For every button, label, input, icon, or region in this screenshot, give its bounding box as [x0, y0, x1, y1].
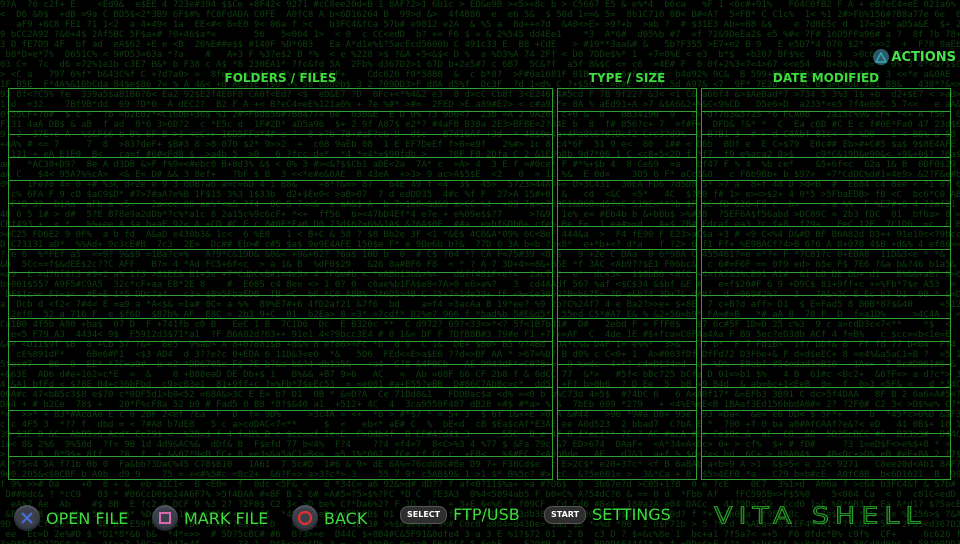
file-row-slot[interactable]	[558, 227, 696, 250]
file-row-slot[interactable]	[558, 434, 696, 457]
back-label: BACK	[324, 508, 368, 528]
file-row-slot[interactable]	[9, 181, 552, 204]
file-row-slot[interactable]	[558, 181, 696, 204]
file-row-slot[interactable]	[558, 365, 696, 388]
file-row-slot[interactable]	[9, 411, 552, 434]
actions-label: ACTIONS	[891, 49, 956, 65]
file-row-slot[interactable]	[9, 457, 552, 480]
file-row-slot[interactable]	[702, 227, 950, 250]
file-row-slot[interactable]	[702, 250, 950, 273]
file-row-slot[interactable]	[702, 434, 950, 457]
square-icon	[152, 505, 178, 531]
select-key-icon: SELECT	[400, 505, 448, 524]
file-row-slot[interactable]	[9, 365, 552, 388]
file-row-slot[interactable]	[9, 135, 552, 158]
settings-label: SETTINGS	[592, 505, 671, 524]
back-button[interactable]: BACK	[292, 505, 367, 531]
file-row-slot[interactable]	[558, 273, 696, 296]
start-key-icon: START	[544, 505, 587, 524]
file-row-slot[interactable]	[9, 89, 552, 112]
file-row-slot[interactable]	[702, 319, 950, 342]
file-type-column[interactable]	[557, 88, 697, 480]
ftp-usb-label: FTP/USB	[453, 505, 520, 524]
file-row-slot[interactable]	[9, 204, 552, 227]
file-date-column[interactable]	[701, 88, 951, 480]
file-row-slot[interactable]	[558, 342, 696, 365]
circle-icon	[292, 505, 318, 531]
file-row-slot[interactable]	[9, 112, 552, 135]
actions-button[interactable]: ACTIONS	[873, 49, 956, 65]
file-row-slot[interactable]	[9, 273, 552, 296]
file-row-slot[interactable]	[9, 250, 552, 273]
open-file-label: OPEN FILE	[46, 508, 129, 528]
file-row-slot[interactable]	[558, 204, 696, 227]
file-row-slot[interactable]	[702, 365, 950, 388]
file-row-slot[interactable]	[558, 296, 696, 319]
file-row-slot[interactable]	[558, 457, 696, 480]
file-row-slot[interactable]	[702, 181, 950, 204]
file-row-slot[interactable]	[558, 112, 696, 135]
file-row-slot[interactable]	[558, 135, 696, 158]
file-row-slot[interactable]	[702, 457, 950, 480]
date-modified-header: DATE MODIFIED	[772, 71, 880, 85]
open-file-button[interactable]: OPEN FILE	[14, 505, 128, 531]
file-row-slot[interactable]	[9, 342, 552, 365]
file-row-slot[interactable]	[558, 250, 696, 273]
cross-icon	[14, 505, 40, 531]
type-size-header: TYPE / SIZE	[588, 71, 666, 85]
file-row-slot[interactable]	[702, 296, 950, 319]
file-row-slot[interactable]	[702, 135, 950, 158]
file-row-slot[interactable]	[702, 204, 950, 227]
file-row-slot[interactable]	[702, 342, 950, 365]
file-row-slot[interactable]	[9, 296, 552, 319]
file-row-slot[interactable]	[9, 158, 552, 181]
file-row-slot[interactable]	[558, 411, 696, 434]
file-row-slot[interactable]	[558, 89, 696, 112]
file-row-slot[interactable]	[9, 388, 552, 411]
file-row-slot[interactable]	[702, 388, 950, 411]
file-row-slot[interactable]	[558, 158, 696, 181]
file-row-slot[interactable]	[558, 319, 696, 342]
file-name-column[interactable]	[8, 88, 553, 480]
vitashell-logo: VITA SHELL	[713, 503, 927, 530]
file-row-slot[interactable]	[702, 158, 950, 181]
file-row-slot[interactable]	[702, 273, 950, 296]
folders-files-header: FOLDERS / FILES	[224, 71, 337, 85]
file-row-slot[interactable]	[702, 112, 950, 135]
file-row-slot[interactable]	[9, 227, 552, 250]
ftp-usb-button[interactable]: SELECT FTP/USB	[400, 505, 520, 524]
mark-file-label: MARK FILE	[184, 508, 269, 528]
mark-file-button[interactable]: MARK FILE	[152, 505, 268, 531]
file-row-slot[interactable]	[702, 411, 950, 434]
file-row-slot[interactable]	[558, 388, 696, 411]
file-row-slot[interactable]	[702, 89, 950, 112]
file-row-slot[interactable]	[9, 319, 552, 342]
settings-button[interactable]: START SETTINGS	[544, 505, 671, 524]
file-row-slot[interactable]	[9, 434, 552, 457]
triangle-icon	[873, 49, 890, 65]
